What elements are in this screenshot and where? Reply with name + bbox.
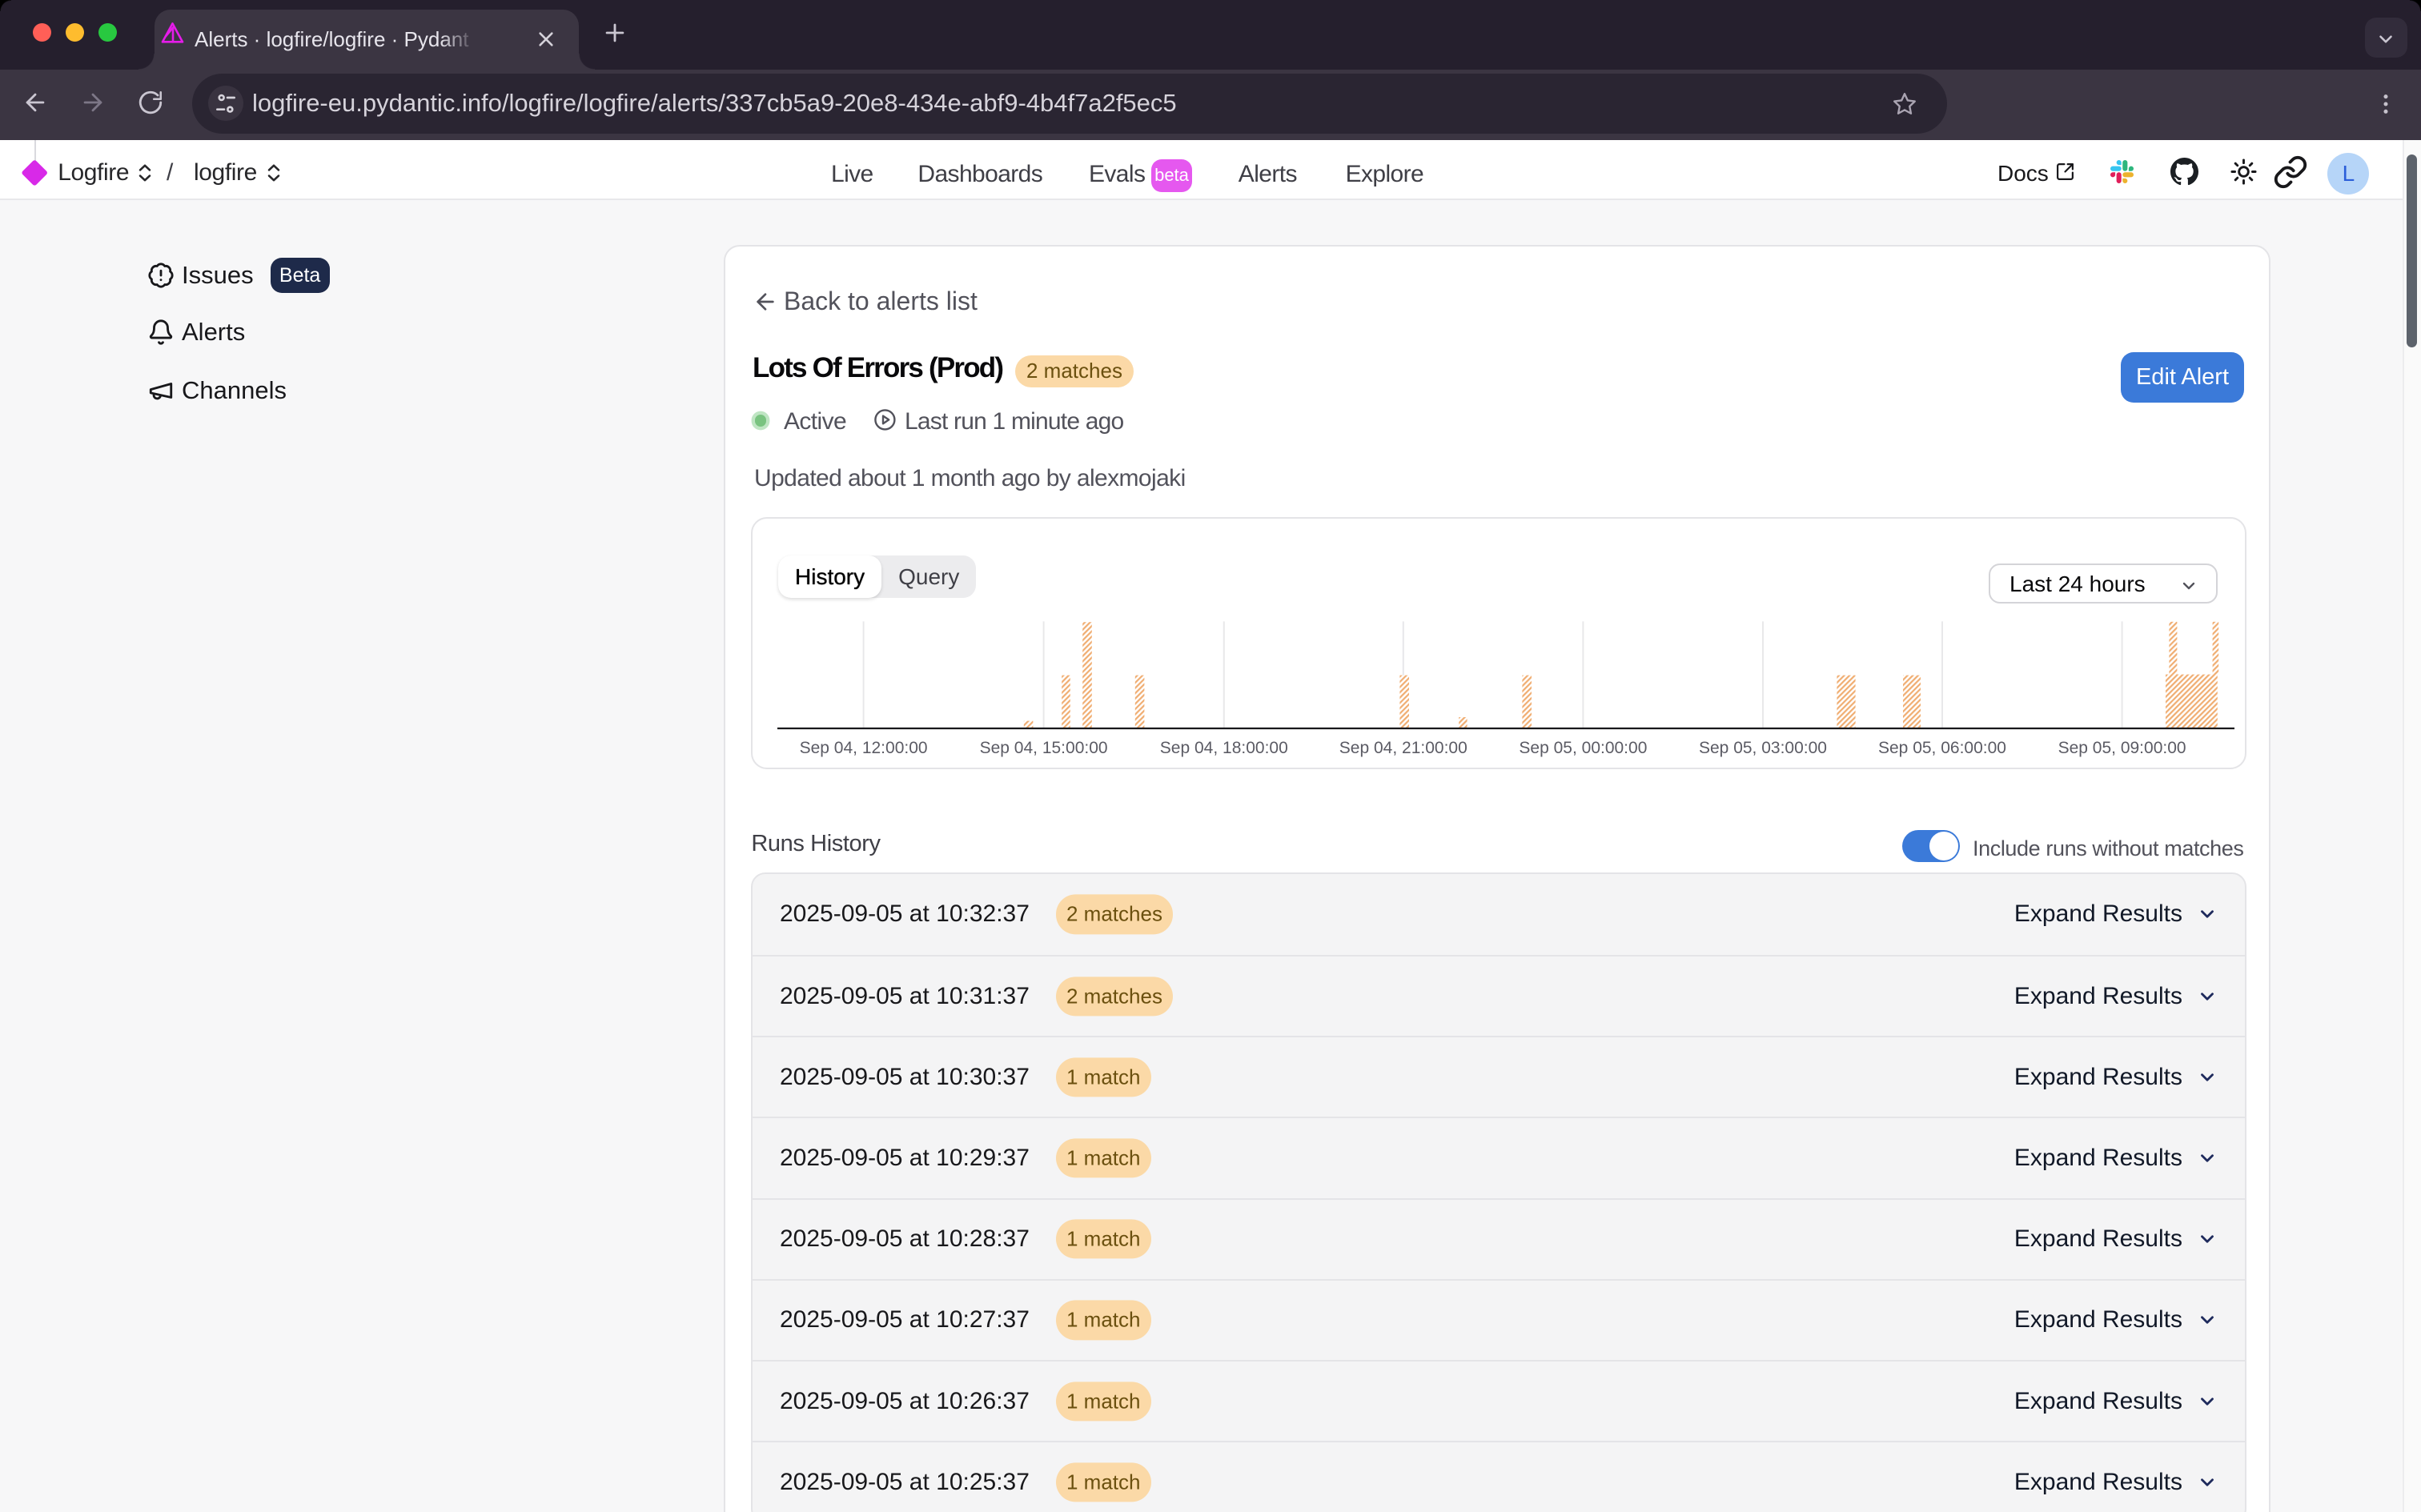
svg-text:Sep 05, 09:00:00: Sep 05, 09:00:00 (2058, 739, 2186, 757)
svg-text:Sep 04, 18:00:00: Sep 04, 18:00:00 (1159, 739, 1287, 757)
svg-text:Sep 04, 21:00:00: Sep 04, 21:00:00 (1339, 739, 1467, 757)
svg-text:Sep 04, 12:00:00: Sep 04, 12:00:00 (799, 739, 927, 757)
svg-text:Sep 04, 15:00:00: Sep 04, 15:00:00 (979, 739, 1107, 757)
svg-text:Sep 05, 00:00:00: Sep 05, 00:00:00 (1519, 739, 1647, 757)
svg-text:Sep 05, 03:00:00: Sep 05, 03:00:00 (1699, 739, 1827, 757)
svg-text:Sep 05, 06:00:00: Sep 05, 06:00:00 (1878, 739, 2006, 757)
